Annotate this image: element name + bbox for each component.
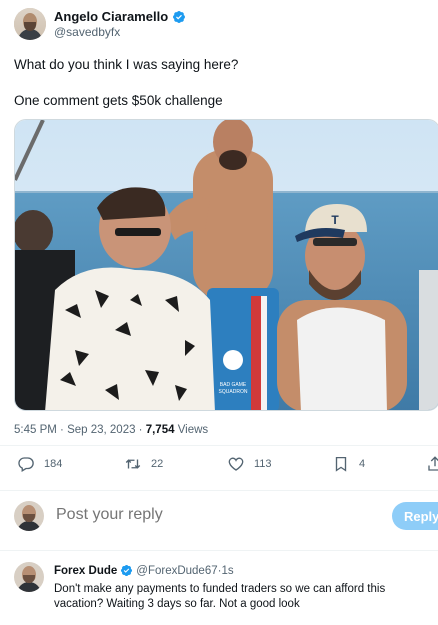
comment-text: Don't make any payments to funded trader… (54, 583, 386, 610)
author-avatar[interactable] (14, 8, 46, 40)
reply-button[interactable]: Reply (392, 502, 438, 530)
meta-separator-2: · (135, 424, 146, 436)
like-action[interactable]: 113 (227, 455, 272, 473)
retweet-count: 22 (151, 458, 164, 470)
author-name-row: Angelo Ciaramello (54, 9, 186, 24)
divider (0, 550, 438, 551)
views-count: 7,754 (145, 424, 175, 436)
meta-separator-1: · (56, 424, 68, 436)
author-display-name[interactable]: Angelo Ciaramello (54, 9, 168, 24)
reply-input[interactable] (56, 506, 356, 524)
share-action[interactable] (426, 455, 438, 473)
reply-tweet[interactable]: Forex Dude @ForexDude67 · 1s Don't make … (0, 560, 438, 625)
current-user-avatar[interactable] (14, 501, 44, 531)
commenter-name[interactable]: Forex Dude (54, 565, 117, 577)
tweet-time[interactable]: 5:45 PM (14, 424, 57, 436)
bookmark-action[interactable]: 4 (332, 455, 365, 473)
verified-badge-icon (173, 10, 186, 23)
author-names: Angelo Ciaramello @savedbyfx (54, 9, 186, 39)
like-count: 113 (254, 458, 272, 470)
retweet-action[interactable]: 22 (124, 455, 163, 473)
tweet-photo[interactable]: BAD GAME SQUADRON T (14, 119, 438, 411)
verified-badge-icon (121, 564, 133, 577)
share-icon (428, 456, 438, 471)
bookmark-count: 4 (359, 458, 366, 470)
photo-illustration: BAD GAME SQUADRON T (15, 120, 438, 410)
shorts-text-1: BAD GAME (220, 382, 247, 388)
reply-composer: Reply (0, 496, 438, 540)
shorts-text-2: SQUADRON (219, 389, 248, 395)
comment-header: Forex Dude @ForexDude67 · 1s (54, 564, 234, 577)
divider (0, 490, 438, 491)
tweet-date[interactable]: Sep 23, 2023 (67, 424, 135, 436)
divider (0, 445, 438, 446)
tweet-text: What do you think I was saying here? One… (14, 56, 424, 110)
author-handle[interactable]: @savedbyfx (54, 25, 186, 39)
tweet-text-line-1: What do you think I was saying here? (14, 57, 239, 72)
tweet-header: Angelo Ciaramello @savedbyfx (14, 8, 186, 40)
tweet-meta: 5:45 PM · Sep 23, 2023 · 7,754 Views (14, 424, 208, 436)
reply-count: 184 (44, 458, 63, 470)
reply-action[interactable]: 184 (17, 455, 62, 473)
reply-icon (18, 457, 34, 472)
commenter-avatar[interactable] (14, 562, 44, 592)
commenter-handle[interactable]: @ForexDude67 (136, 565, 217, 577)
bookmark-icon (335, 456, 347, 472)
retweet-icon (125, 459, 141, 469)
action-bar: 184 22 113 4 (0, 455, 438, 485)
hat-logo: T (331, 213, 339, 227)
tweet-text-line-2: One comment gets $50k challenge (14, 93, 223, 108)
comment-time[interactable]: 1s (221, 565, 233, 577)
heart-icon (228, 457, 244, 471)
views-label: Views (174, 424, 209, 436)
